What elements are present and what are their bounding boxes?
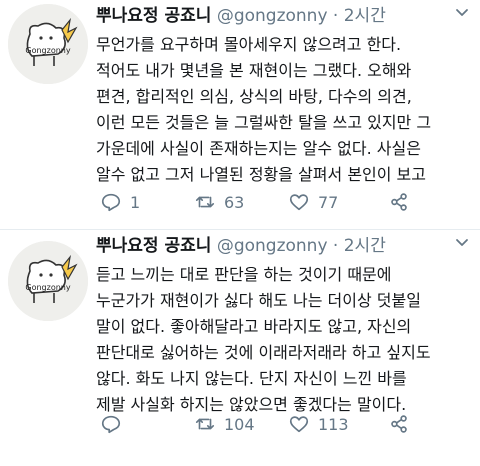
tweet-header: 뿌나요정 공죠니 @gongzonny · 2시간 [96,4,472,28]
tweet-2[interactable]: Gongzonny 뿌나요정 공죠니 @gongzonny · 2시간 듣고 느… [0,230,480,466]
avatar-text: Gongzonny [25,283,70,292]
chevron-down-icon[interactable] [454,234,470,250]
tweet-text: 듣고 느끼는 대로 판단을 하는 것이기 때문에 누군가가 재현이가 싫다 해도… [96,265,431,414]
heart-icon [289,416,309,433]
timestamp[interactable]: 2시간 [344,236,386,256]
reply-count: 1 [130,192,141,212]
retweet-icon [195,196,215,208]
tweet-text: 무언가를 요구하며 몰아세우지 않으려고 한다. 적어도 내가 몇년을 본 재현… [96,35,432,184]
share-button[interactable] [388,188,410,216]
avatar-illustration: Gongzonny [8,4,88,84]
share-button[interactable] [388,410,410,438]
retweet-count: 63 [224,192,245,212]
retweet-icon [195,418,215,430]
retweet-button[interactable]: 104 [194,410,255,438]
share-icon [391,193,407,211]
reply-button[interactable]: 1 [100,188,140,216]
user-handle[interactable]: @gongzonny [217,236,328,256]
display-name[interactable]: 뿌나요정 공죠니 [96,6,211,26]
separator-dot: · [332,6,339,26]
tweet-actions: 1 63 77 [96,188,476,216]
avatar[interactable]: Gongzonny [8,4,88,84]
like-button[interactable]: 113 [288,410,349,438]
like-count: 77 [318,192,339,212]
heart-icon [289,194,309,211]
display-name[interactable]: 뿌나요정 공죠니 [96,236,211,256]
share-icon [391,415,407,433]
chevron-down-icon[interactable] [454,4,470,20]
timestamp[interactable]: 2시간 [344,6,386,26]
retweet-count: 104 [224,414,255,434]
reply-icon [101,415,121,434]
like-button[interactable]: 77 [288,188,338,216]
avatar[interactable]: Gongzonny [8,241,88,321]
user-handle[interactable]: @gongzonny [217,6,328,26]
reply-button[interactable] [100,410,130,438]
tweet-1[interactable]: Gongzonny 뿌나요정 공죠니 @gongzonny · 2시간 무언가를… [0,0,480,230]
reply-icon [101,193,121,212]
like-count: 113 [318,414,349,434]
separator-dot: · [332,236,339,256]
tweet-header: 뿌나요정 공죠니 @gongzonny · 2시간 [96,234,472,258]
retweet-button[interactable]: 63 [194,188,244,216]
avatar-text: Gongzonny [25,46,70,55]
tweet-actions: 104 113 [96,410,476,438]
avatar-illustration: Gongzonny [8,241,88,321]
